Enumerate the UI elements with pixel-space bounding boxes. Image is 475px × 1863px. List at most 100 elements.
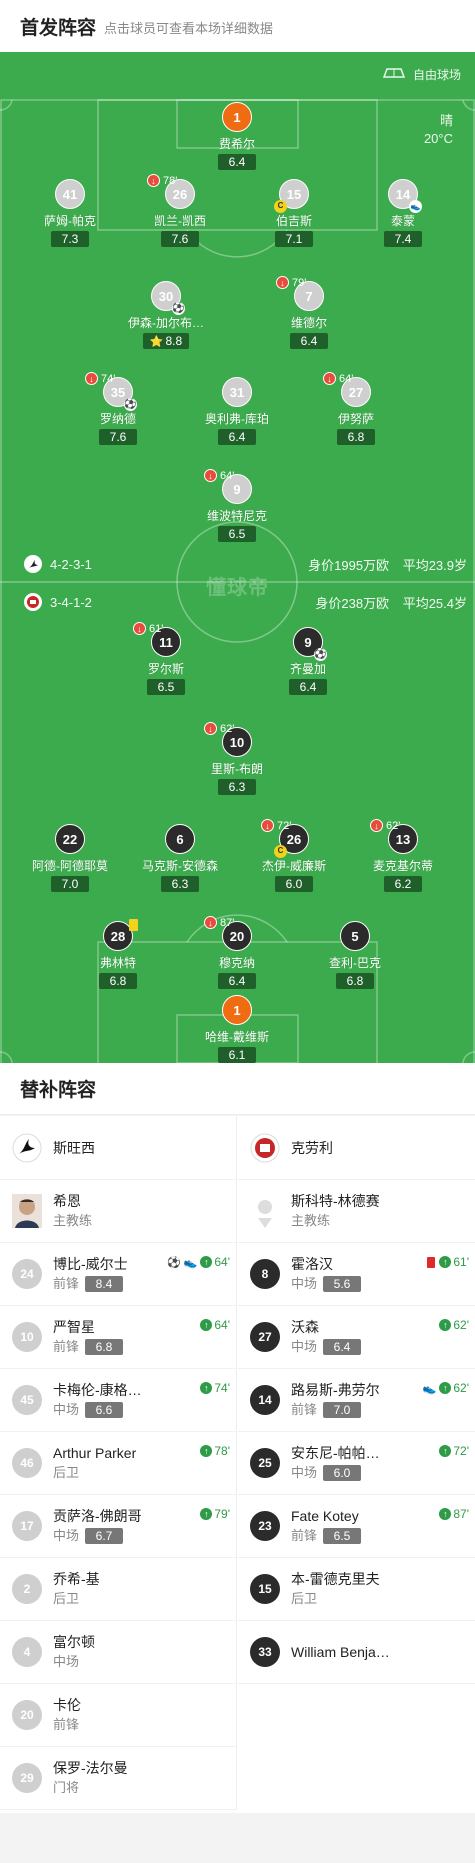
away-player[interactable]: 22 阿德-阿德耶莫 7.0 <box>15 824 125 893</box>
player-number: 31 <box>222 377 252 407</box>
home-player[interactable]: 14 👟 泰蒙 7.4 <box>348 179 458 248</box>
sub-player-row[interactable]: 10 严智星 前锋 6.8 ↑ 64' <box>0 1306 236 1369</box>
away-player[interactable]: 26 C ↓ 72' 杰伊-威廉斯 6.0 <box>239 819 349 893</box>
away-player[interactable]: 1 哈维-戴维斯 6.1 <box>182 995 292 1063</box>
player-number: 9 ⚽ <box>293 627 327 661</box>
player-rating: 7.4 <box>384 231 422 247</box>
away-player[interactable]: 13 ↓ 62' 麦克基尔蒂 6.2 <box>348 819 458 893</box>
away-coach-row[interactable]: 斯科特-林德赛 主教练 <box>238 1180 475 1243</box>
sub-player-row[interactable]: 25 安东尼-帕帕… 中场 6.0 ↑ 72' <box>238 1432 475 1495</box>
sub-player-row[interactable]: 45 卡梅伦-康格… 中场 6.6 ↑ 74' <box>0 1369 236 1432</box>
sub-on-minute: 62' <box>453 1381 469 1395</box>
player-rating: 7.0 <box>51 876 89 892</box>
sub-player-row[interactable]: 14 路易斯-弗劳尔 前锋 7.0 👟 ↑ 62' <box>238 1369 475 1432</box>
home-player[interactable]: 35 ⚽ ↓ 74' 罗纳德 7.6 <box>63 372 173 446</box>
subs-title: 替补阵容 <box>0 1063 475 1115</box>
sub-player-position: 中场 <box>291 1276 318 1291</box>
sub-minute: 78' <box>163 174 178 187</box>
away-player[interactable]: 6 马克斯-安德森 6.3 <box>125 824 235 893</box>
sub-player-number: 46 <box>12 1448 42 1478</box>
sub-player-row[interactable]: 23 Fate Kotey 前锋 6.5 ↑ 87' <box>238 1495 475 1558</box>
player-rating-value: 7.0 <box>61 877 79 891</box>
player-rating: 6.3 <box>161 876 199 892</box>
home-team-row[interactable]: 斯旺西 <box>0 1116 236 1180</box>
sub-player-row[interactable]: 24 博比-威尔士 前锋 8.4 ⚽ 👟 ↑ 64' <box>0 1243 236 1306</box>
sub-on-icon: ↑ <box>439 1319 452 1331</box>
assist-icon: 👟 <box>409 200 422 213</box>
free-pitch-label: 自由球场 <box>412 68 461 82</box>
sub-player-rating: 8.4 <box>85 1276 124 1292</box>
player-rating-value: 6.5 <box>157 680 175 694</box>
home-player[interactable]: 26 ↓ 78' 凯兰-凯西 7.6 <box>125 174 235 248</box>
player-name: 泰蒙 <box>390 214 415 228</box>
sub-player-row[interactable]: 46 Arthur Parker 后卫 ↑ 78' <box>0 1432 236 1495</box>
home-player[interactable]: 27 ↓ 64' 伊努萨 6.8 <box>301 372 411 446</box>
home-player[interactable]: 1 费希尔 6.4 <box>182 102 292 171</box>
home-coach-row[interactable]: 希恩 主教练 <box>0 1180 236 1243</box>
sub-player-row[interactable]: 29 保罗-法尔曼 门将 <box>0 1747 236 1810</box>
sub-player-name: 保罗-法尔曼 <box>53 1760 128 1776</box>
sub-player-row[interactable]: 4 富尔顿 中场 <box>0 1621 236 1684</box>
away-coach-name: 斯科特-林德赛 <box>291 1193 380 1209</box>
sub-player-name: 乔希-基 <box>53 1571 100 1587</box>
sub-player-row[interactable]: 15 本-雷德克里夫 后卫 <box>238 1558 475 1621</box>
home-player[interactable]: 30 ⚽ 伊森-加尔布… ⭐ 8.8 <box>111 281 221 350</box>
home-player[interactable]: 9 ↓ 64' 维波特尼克 6.5 <box>182 469 292 543</box>
player-rating: 6.4 <box>289 679 327 695</box>
sub-player-number: 17 <box>12 1511 42 1541</box>
away-player[interactable]: 9 ⚽ 齐曼加 6.4 <box>253 627 363 696</box>
away-player[interactable]: 28 弗林特 6.8 <box>63 919 173 990</box>
sub-player-row[interactable]: 20 卡伦 前锋 <box>0 1684 236 1747</box>
goal-icon: ⚽ <box>166 1256 181 1269</box>
player-number: 1 <box>222 995 252 1025</box>
sub-player-number: 27 <box>250 1322 280 1352</box>
player-rating: 6.8 <box>336 973 374 989</box>
sub-minute: 87' <box>220 916 235 929</box>
red-card-icon <box>427 1256 436 1268</box>
sub-player-meta: 后卫 <box>53 1589 100 1609</box>
sub-player-meta: 前锋 <box>53 1715 81 1735</box>
sub-player-row[interactable]: 33 William Benja… <box>238 1621 475 1684</box>
player-name: 伯吉斯 <box>275 214 312 228</box>
sub-off-icon: ↓ <box>261 819 274 832</box>
home-formation: 4-2-3-1 <box>24 555 92 573</box>
sub-player-row[interactable]: 17 贡萨洛-佛朗哥 中场 6.7 ↑ 79' <box>0 1495 236 1558</box>
sub-minute: 62' <box>386 819 401 832</box>
sub-on-icon: ↑ <box>439 1382 452 1394</box>
sub-minute: 79' <box>292 276 307 289</box>
sub-on-minute: 64' <box>214 1318 230 1332</box>
player-rating: 6.1 <box>218 1047 256 1063</box>
player-rating-value: 6.5 <box>228 527 246 541</box>
sub-player-name: 本-雷德克里夫 <box>291 1571 380 1587</box>
sub-player-row[interactable]: 2 乔希-基 后卫 <box>0 1558 236 1621</box>
home-player[interactable]: 31 奥利弗-库珀 6.4 <box>182 377 292 446</box>
away-player[interactable]: 5 查利-巴克 6.8 <box>300 921 410 990</box>
sub-player-row[interactable]: 27 沃森 中场 6.4 ↑ 62' <box>238 1306 475 1369</box>
home-subs: 斯旺西 希恩 主教练 24 博比-威尔士 前锋 8.4 ⚽ 👟 ↑ 64' 10 严智星 前锋 6.8… <box>0 1116 237 1810</box>
away-age: 平均25.4岁 <box>402 596 467 611</box>
player-rating: 7.1 <box>275 231 313 247</box>
sub-player-position: 中场 <box>291 1465 318 1480</box>
player-name: 奥利弗-库珀 <box>205 412 269 426</box>
home-player[interactable]: 7 ↓ 79' 维德尔 6.4 <box>254 276 364 350</box>
player-rating-value: 6.1 <box>228 1048 246 1062</box>
away-player[interactable]: 10 ↓ 62' 里斯-布朗 6.3 <box>182 722 292 796</box>
home-player[interactable]: 41 萨姆-帕克 7.3 <box>15 179 125 248</box>
away-team-row[interactable]: 克劳利 <box>238 1116 475 1180</box>
sub-event: ⚽ 👟 ↑ 64' <box>167 1255 230 1269</box>
free-pitch-toggle[interactable]: 自由球场 <box>382 66 461 83</box>
sub-player-name: 贡萨洛-佛朗哥 <box>53 1508 142 1524</box>
player-name: 维波特尼克 <box>206 509 267 523</box>
sub-player-meta: 中场 6.0 <box>291 1463 380 1483</box>
player-rating: 6.8 <box>99 973 137 989</box>
player-name: 伊努萨 <box>337 412 374 426</box>
swan-icon <box>24 555 42 573</box>
sub-player-position: 中场 <box>53 1402 80 1417</box>
away-player[interactable]: 11 ↓ 61' 罗尔斯 6.5 <box>111 622 221 696</box>
sub-player-row[interactable]: 8 霍洛汉 中场 5.6 ↑ 61' <box>238 1243 475 1306</box>
home-player[interactable]: 15 C 伯吉斯 7.1 <box>239 179 349 248</box>
sub-player-position: 前锋 <box>53 1339 80 1354</box>
player-rating-value: 6.4 <box>300 334 318 348</box>
player-rating: 6.2 <box>384 876 422 892</box>
away-player[interactable]: 20 ↓ 87' 穆克纳 6.4 <box>182 916 292 990</box>
